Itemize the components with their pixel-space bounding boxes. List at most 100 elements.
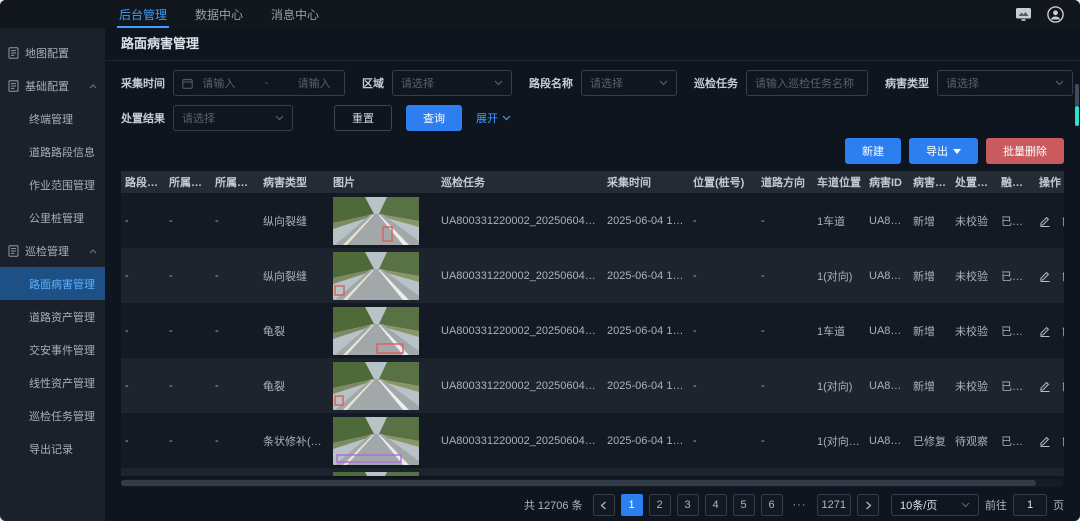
sidebar-item-label: 导出记录 bbox=[29, 441, 73, 457]
chevron-up-icon bbox=[89, 80, 97, 92]
topbar-tab-3[interactable]: 消息中心 bbox=[257, 0, 333, 28]
expand-toggle[interactable]: 展开 bbox=[476, 110, 511, 126]
cell-direction: - bbox=[757, 215, 813, 227]
screen-monitor-icon[interactable] bbox=[1014, 5, 1032, 23]
reset-button[interactable]: 重置 bbox=[334, 105, 392, 131]
sidebar-item-道路资产管理[interactable]: 道路资产管理 bbox=[0, 300, 105, 333]
sidebar-item-label: 路面病害管理 bbox=[29, 276, 95, 292]
road-photo[interactable] bbox=[333, 472, 419, 477]
sidebar-item-线性资产管理[interactable]: 线性资产管理 bbox=[0, 366, 105, 399]
result-select[interactable]: 请选择 bbox=[173, 105, 293, 131]
page-button-6[interactable]: 6 bbox=[761, 494, 783, 516]
cell-task: UA800331220002_20250604133852059 bbox=[437, 270, 603, 282]
delete-icon[interactable] bbox=[1062, 215, 1064, 227]
sidebar-item-地图配置[interactable]: 地图配置 bbox=[0, 36, 105, 69]
page-button-4[interactable]: 4 bbox=[705, 494, 727, 516]
jump-label: 前往 bbox=[985, 497, 1007, 513]
jump-page-input[interactable] bbox=[1013, 494, 1047, 516]
sidebar-item-交安事件管理[interactable]: 交安事件管理 bbox=[0, 333, 105, 366]
edit-icon[interactable] bbox=[1039, 215, 1051, 227]
cell-status: 已修复 bbox=[909, 433, 951, 449]
user-avatar-icon[interactable] bbox=[1046, 5, 1064, 23]
cell-collect_time: 2025-06-04 13:50 bbox=[603, 325, 689, 337]
map-config-icon bbox=[8, 47, 20, 59]
cell-county: - bbox=[211, 215, 259, 227]
sidebar-item-label: 基础配置 bbox=[25, 78, 69, 94]
disease-table: 路段名称所属城市所属区县病害类型图片巡检任务采集时间位置(桩号)道路方向车道位置… bbox=[121, 171, 1064, 476]
result-label: 处置结果 bbox=[121, 110, 165, 126]
page-button-1[interactable]: 1 bbox=[621, 494, 643, 516]
task-input[interactable]: 请输入巡检任务名称 bbox=[746, 70, 868, 96]
chevron-down-icon bbox=[1055, 77, 1064, 89]
column-header-道路方向: 道路方向 bbox=[757, 174, 813, 190]
road-name-placeholder: 请选择 bbox=[590, 75, 623, 91]
cell-fusion: 已融合 bbox=[997, 433, 1035, 449]
page-size-select[interactable]: 10条/页 bbox=[891, 494, 979, 516]
delete-icon[interactable] bbox=[1062, 325, 1064, 337]
cell-image bbox=[329, 307, 437, 355]
column-header-车道位置: 车道位置 bbox=[813, 174, 865, 190]
sidebar-item-label: 地图配置 bbox=[25, 45, 69, 61]
cell-road_name: - bbox=[121, 270, 165, 282]
road-name-select[interactable]: 请选择 bbox=[581, 70, 677, 96]
cell-disease_type: 龟裂 bbox=[259, 378, 329, 394]
cell-city: - bbox=[165, 325, 211, 337]
batch-delete-button[interactable]: 批量删除 bbox=[986, 138, 1064, 164]
sidebar-item-基础配置[interactable]: 基础配置 bbox=[0, 69, 105, 102]
page-button-2[interactable]: 2 bbox=[649, 494, 671, 516]
disease-type-select[interactable]: 请选择 bbox=[937, 70, 1073, 96]
road-photo[interactable] bbox=[333, 362, 419, 410]
sidebar-item-终端管理[interactable]: 终端管理 bbox=[0, 102, 105, 135]
road-photo[interactable] bbox=[333, 197, 419, 245]
edit-icon[interactable] bbox=[1039, 270, 1051, 282]
cell-status: 新增 bbox=[909, 378, 951, 394]
page-button-1271[interactable]: 1271 bbox=[817, 494, 851, 516]
vertical-scrollbar-thumb[interactable] bbox=[1075, 84, 1079, 106]
export-label: 导出 bbox=[926, 143, 948, 159]
export-button[interactable]: 导出 bbox=[909, 138, 978, 164]
sidebar-item-公里桩管理[interactable]: 公里桩管理 bbox=[0, 201, 105, 234]
vertical-scrollbar bbox=[1075, 84, 1079, 384]
delete-icon[interactable] bbox=[1062, 380, 1064, 392]
table-row-2: ---纵向裂缝UA800331220002_202506041338520592… bbox=[121, 248, 1064, 303]
table-row-1: ---纵向裂缝UA800331220002_202506041338520592… bbox=[121, 193, 1064, 248]
create-button[interactable]: 新建 bbox=[845, 138, 901, 164]
edit-icon[interactable] bbox=[1039, 435, 1051, 447]
base-config-icon bbox=[8, 80, 20, 92]
next-page-button[interactable] bbox=[857, 494, 879, 516]
edit-icon[interactable] bbox=[1039, 325, 1051, 337]
sidebar-item-作业范围管理[interactable]: 作业范围管理 bbox=[0, 168, 105, 201]
sidebar-item-巡检管理[interactable]: 巡检管理 bbox=[0, 234, 105, 267]
cell-road_name: - bbox=[121, 325, 165, 337]
sidebar-item-label: 巡检任务管理 bbox=[29, 408, 95, 424]
edit-icon[interactable] bbox=[1039, 380, 1051, 392]
sidebar-item-巡检任务管理[interactable]: 巡检任务管理 bbox=[0, 399, 105, 432]
sidebar-item-路面病害管理[interactable]: 路面病害管理 bbox=[0, 267, 105, 300]
cell-task: UA800331220002_20250604133852059 bbox=[437, 380, 603, 392]
sidebar-item-道路路段信息[interactable]: 道路路段信息 bbox=[0, 135, 105, 168]
road-photo[interactable] bbox=[333, 417, 419, 465]
delete-icon[interactable] bbox=[1062, 435, 1064, 447]
query-button[interactable]: 查询 bbox=[406, 105, 462, 131]
table-row-4: ---龟裂UA800331220002_20250604133852059202… bbox=[121, 358, 1064, 413]
page-button-3[interactable]: 3 bbox=[677, 494, 699, 516]
chevron-down-icon bbox=[961, 499, 970, 511]
page-button-5[interactable]: 5 bbox=[733, 494, 755, 516]
table-body: ---纵向裂缝UA800331220002_202506041338520592… bbox=[121, 193, 1064, 476]
topbar-tab-2[interactable]: 数据中心 bbox=[181, 0, 257, 28]
collect-time-range-input[interactable]: 请输入 - 请输入 bbox=[173, 70, 345, 96]
page-size-value: 10条/页 bbox=[900, 497, 937, 513]
road-photo[interactable] bbox=[333, 307, 419, 355]
delete-icon[interactable] bbox=[1062, 270, 1064, 282]
collect-time-label: 采集时间 bbox=[121, 75, 165, 91]
sidebar-item-导出记录[interactable]: 导出记录 bbox=[0, 432, 105, 465]
topbar-tab-1[interactable]: 后台管理 bbox=[105, 0, 181, 28]
region-label: 区域 bbox=[362, 75, 384, 91]
prev-page-button[interactable] bbox=[593, 494, 615, 516]
cell-image bbox=[329, 362, 437, 410]
cell-position: - bbox=[689, 380, 757, 392]
region-select[interactable]: 请选择 bbox=[392, 70, 512, 96]
road-photo[interactable] bbox=[333, 252, 419, 300]
table-header: 路段名称所属城市所属区县病害类型图片巡检任务采集时间位置(桩号)道路方向车道位置… bbox=[121, 171, 1064, 193]
horizontal-scrollbar-thumb[interactable] bbox=[121, 480, 1036, 486]
